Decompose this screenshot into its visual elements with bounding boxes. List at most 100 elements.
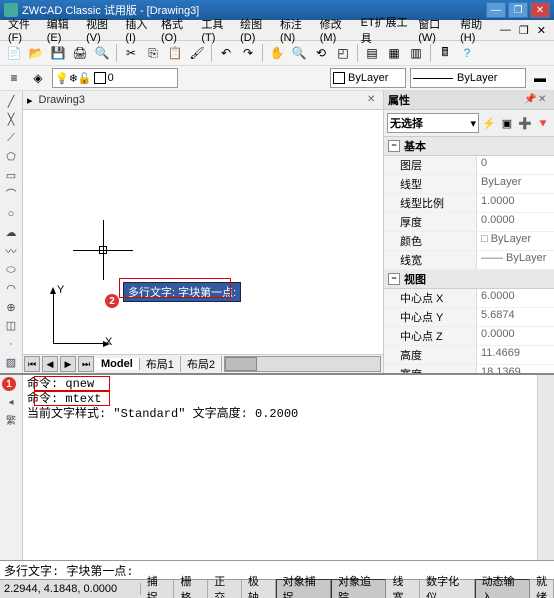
layer-combo[interactable]: 💡 ❄ 🔓 0 bbox=[52, 68, 178, 88]
tab-next-icon[interactable]: ▶ bbox=[60, 356, 76, 372]
cmd-icon-3[interactable]: 繁 bbox=[3, 411, 19, 427]
prop-cy-value[interactable]: 5.6874 bbox=[477, 308, 554, 326]
cat-view[interactable]: −视图 bbox=[384, 270, 554, 289]
lineweight-icon[interactable]: ▬ bbox=[530, 68, 550, 88]
circle-icon[interactable]: ○ bbox=[1, 205, 21, 221]
open-icon[interactable]: 📂 bbox=[26, 43, 46, 63]
tab-last-icon[interactable]: ⏭ bbox=[78, 356, 94, 372]
zoom-icon[interactable]: 🔍 bbox=[289, 43, 309, 63]
preview-icon[interactable]: 🔍 bbox=[92, 43, 112, 63]
linetype-combo[interactable]: ByLayer bbox=[410, 68, 526, 88]
menu-format[interactable]: 格式(O) bbox=[157, 16, 197, 44]
selectobj-icon[interactable]: ▣ bbox=[499, 115, 515, 131]
menu-file[interactable]: 文件(F) bbox=[4, 16, 43, 44]
menu-draw[interactable]: 绘图(D) bbox=[236, 16, 276, 44]
prop-color-value[interactable]: □ ByLayer bbox=[477, 232, 554, 250]
doc-restore-button[interactable]: ❐ bbox=[515, 24, 533, 37]
panel-close-icon[interactable]: ✕ bbox=[538, 94, 550, 106]
rectangle-icon[interactable]: ▭ bbox=[1, 167, 21, 183]
prop-ltscale-value[interactable]: 1.0000 bbox=[477, 194, 554, 212]
toolpal-icon[interactable]: ▥ bbox=[406, 43, 426, 63]
tab-close-icon[interactable]: ✕ bbox=[367, 94, 379, 106]
cmd-icon-2[interactable]: ◂ bbox=[3, 394, 19, 410]
zoom-prev-icon[interactable]: ⟲ bbox=[311, 43, 331, 63]
xline-icon[interactable]: ╳ bbox=[1, 111, 21, 127]
menu-dim[interactable]: 标注(N) bbox=[276, 16, 316, 44]
save-icon[interactable]: 💾 bbox=[48, 43, 68, 63]
layer-state-icon[interactable]: ◈ bbox=[28, 68, 48, 88]
layer-manager-icon[interactable]: ≡ bbox=[4, 68, 24, 88]
print-icon[interactable]: 🖨 bbox=[70, 43, 90, 63]
status-tablet[interactable]: 数字化仪 bbox=[420, 580, 474, 598]
block-icon[interactable]: ◫ bbox=[1, 318, 21, 334]
zoom-window-icon[interactable]: ◰ bbox=[333, 43, 353, 63]
layout1-tab[interactable]: 布局1 bbox=[140, 356, 181, 372]
polyline-icon[interactable]: ⟋ bbox=[1, 130, 21, 146]
insert-icon[interactable]: ⊕ bbox=[1, 299, 21, 315]
status-polar[interactable]: 极轴 bbox=[242, 580, 276, 598]
doc-minimize-button[interactable]: — bbox=[496, 24, 515, 36]
ellipse-icon[interactable]: ⬭ bbox=[1, 262, 21, 278]
spline-icon[interactable]: 〰 bbox=[1, 242, 21, 260]
status-snap[interactable]: 捕捉 bbox=[141, 580, 175, 598]
quickselect-icon[interactable]: ⚡ bbox=[481, 115, 497, 131]
close-button[interactable]: ✕ bbox=[530, 2, 550, 18]
command-input[interactable]: 多行文字: 字块第一点: bbox=[0, 560, 554, 579]
prop-width-value[interactable]: 18.1369 bbox=[477, 365, 554, 373]
doc-close-button[interactable]: ✕ bbox=[533, 24, 550, 37]
prop-cz-value[interactable]: 0.0000 bbox=[477, 327, 554, 345]
menu-view[interactable]: 视图(V) bbox=[82, 16, 121, 44]
prop-height-value[interactable]: 11.4669 bbox=[477, 346, 554, 364]
menu-help[interactable]: 帮助(H) bbox=[456, 16, 496, 44]
pin-icon[interactable]: 📌 bbox=[524, 94, 536, 106]
maximize-button[interactable]: ❐ bbox=[508, 2, 528, 18]
status-lwt[interactable]: 线宽 bbox=[386, 580, 420, 598]
menu-et[interactable]: ET扩展工具 bbox=[357, 14, 415, 46]
menu-modify[interactable]: 修改(M) bbox=[316, 16, 357, 44]
cat-basic[interactable]: −基本 bbox=[384, 137, 554, 156]
pickadd-icon[interactable]: ➕ bbox=[517, 115, 533, 131]
prop-ltype-value[interactable]: ByLayer bbox=[477, 175, 554, 193]
new-icon[interactable]: 📄 bbox=[4, 43, 24, 63]
prop-lweight-value[interactable]: —— ByLayer bbox=[477, 251, 554, 269]
drawing-tab[interactable]: Drawing3 bbox=[39, 94, 85, 106]
properties-icon[interactable]: ▤ bbox=[362, 43, 382, 63]
filter-icon[interactable]: 🔻 bbox=[535, 115, 551, 131]
ellipsearc-icon[interactable]: ◠ bbox=[1, 281, 21, 297]
selection-combo[interactable]: 无选择▾ bbox=[387, 113, 479, 133]
designcenter-icon[interactable]: ▦ bbox=[384, 43, 404, 63]
prop-thick-value[interactable]: 0.0000 bbox=[477, 213, 554, 231]
tab-first-icon[interactable]: ⏮ bbox=[24, 356, 40, 372]
cmd-scrollbar[interactable] bbox=[537, 375, 554, 560]
arc-icon[interactable]: ⌒ bbox=[1, 185, 21, 203]
prop-cx-value[interactable]: 6.0000 bbox=[477, 289, 554, 307]
prop-layer-value[interactable]: 0 bbox=[477, 156, 554, 174]
status-ortho[interactable]: 正交 bbox=[208, 580, 242, 598]
calc-icon[interactable]: 🖩 bbox=[435, 43, 455, 63]
help-icon[interactable]: ? bbox=[457, 43, 477, 63]
redo-icon[interactable]: ↷ bbox=[238, 43, 258, 63]
status-grid[interactable]: 栅格 bbox=[174, 580, 208, 598]
paste-icon[interactable]: 📋 bbox=[165, 43, 185, 63]
model-tab[interactable]: Model bbox=[95, 358, 140, 370]
line-icon[interactable]: ╱ bbox=[1, 93, 21, 109]
menu-window[interactable]: 窗口(W) bbox=[414, 16, 456, 44]
layout2-tab[interactable]: 布局2 bbox=[181, 356, 222, 372]
tab-prev-icon[interactable]: ◀ bbox=[42, 356, 58, 372]
polygon-icon[interactable]: ⬠ bbox=[1, 148, 21, 164]
copy-icon[interactable]: ⎘ bbox=[143, 43, 163, 63]
cut-icon[interactable]: ✂ bbox=[121, 43, 141, 63]
h-scrollbar[interactable] bbox=[224, 356, 381, 372]
undo-icon[interactable]: ↶ bbox=[216, 43, 236, 63]
menu-tools[interactable]: 工具(T) bbox=[197, 16, 236, 44]
hatch-icon[interactable]: ▨ bbox=[1, 355, 21, 371]
match-icon[interactable]: 🖌 bbox=[187, 43, 207, 63]
color-combo[interactable]: ByLayer bbox=[330, 68, 406, 88]
menu-insert[interactable]: 插入(I) bbox=[121, 16, 157, 44]
drawing-canvas[interactable]: 多行文字: 字块第一点: 2 Y X bbox=[23, 110, 383, 354]
revcloud-icon[interactable]: ☁ bbox=[1, 224, 21, 240]
pan-icon[interactable]: ✋ bbox=[267, 43, 287, 63]
command-history[interactable]: 命令: qnew 命令: mtext 当前文字样式: "Standard" 文字… bbox=[23, 375, 537, 560]
menu-edit[interactable]: 编辑(E) bbox=[43, 16, 82, 44]
point-icon[interactable]: · bbox=[1, 336, 21, 352]
